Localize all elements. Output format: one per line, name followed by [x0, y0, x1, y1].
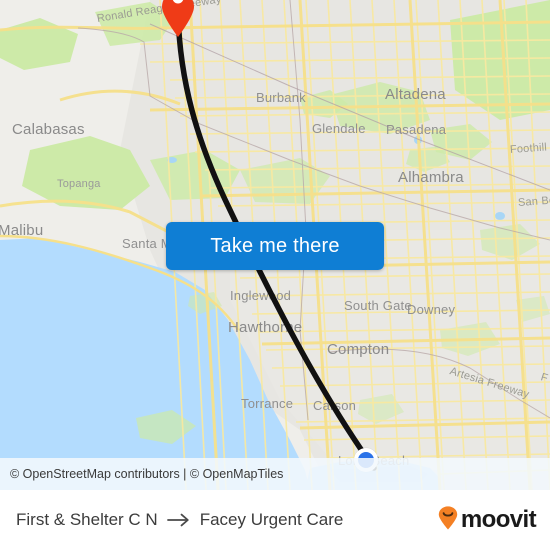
trip-footer-bar: First & Shelter C N Facey Urgent Care mo… [0, 490, 550, 550]
moovit-wordmark: moovit [460, 506, 537, 533]
moovit-pin-icon [438, 505, 458, 535]
map-attribution-bar: © OpenStreetMap contributors | © OpenMap… [0, 458, 550, 490]
moovit-trip-map-screen: Ronald Reagan Freeway Burbank Altadena Cala… [0, 0, 550, 550]
arrow-right-icon [166, 513, 191, 527]
map-attribution-text[interactable]: © OpenStreetMap contributors | © OpenMap… [10, 467, 283, 481]
moovit-logo[interactable]: moovit [438, 505, 537, 535]
take-me-there-button[interactable]: Take me there [166, 222, 384, 270]
destination-map-pin-icon[interactable] [160, 0, 196, 38]
map-canvas[interactable]: Ronald Reagan Freeway Burbank Altadena Cala… [0, 0, 550, 490]
trip-origin-label: First & Shelter C N [16, 510, 158, 529]
trip-summary: First & Shelter C N Facey Urgent Care [16, 510, 438, 530]
trip-destination-label: Facey Urgent Care [199, 510, 344, 529]
